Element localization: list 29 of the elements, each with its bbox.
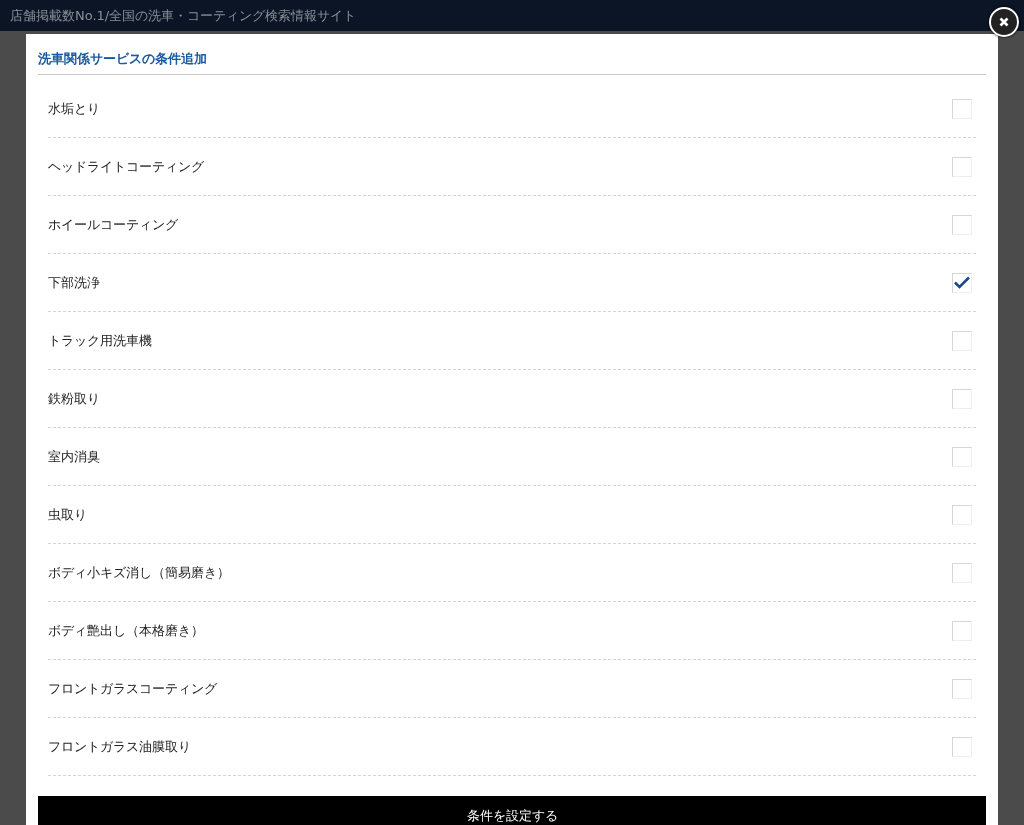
close-icon [999,17,1009,27]
modal-title: 洗車関係サービスの条件追加 [38,34,986,75]
checkbox[interactable] [952,388,972,409]
site-tagline: 店舗掲載数No.1/全国の洗車・コーティング検索情報サイト [10,6,357,25]
check-icon [954,276,970,289]
checkbox[interactable] [952,562,972,583]
checkbox[interactable] [952,98,972,119]
option-label: トラック用洗車機 [48,331,152,350]
checkbox[interactable] [952,156,972,177]
option-label: フロントガラスコーティング [48,679,217,698]
checkbox[interactable] [952,736,972,757]
submit-button[interactable]: 条件を設定する [38,796,986,825]
checkbox[interactable] [952,620,972,641]
option-label: 虫取り [48,505,87,524]
option-label: ボディ艶出し（本格磨き） [48,621,204,640]
checkbox[interactable] [952,446,972,467]
option-label: ボディ小キズ消し（簡易磨き） [48,563,230,582]
checkbox[interactable] [952,678,972,699]
option-label: ホイールコーティング [48,215,178,234]
checkbox[interactable] [952,214,972,235]
option-label: 下部洗浄 [48,273,100,292]
checkbox[interactable] [952,330,972,351]
checkbox[interactable] [952,272,972,293]
checkbox[interactable] [952,504,972,525]
option-label: フロントガラス油膜取り [48,737,191,756]
option-label: ヘッドライトコーティング [48,157,204,176]
option-label: 鉄粉取り [48,389,100,408]
option-label: 室内消臭 [48,447,100,466]
option-label: 水垢とり [48,99,100,118]
